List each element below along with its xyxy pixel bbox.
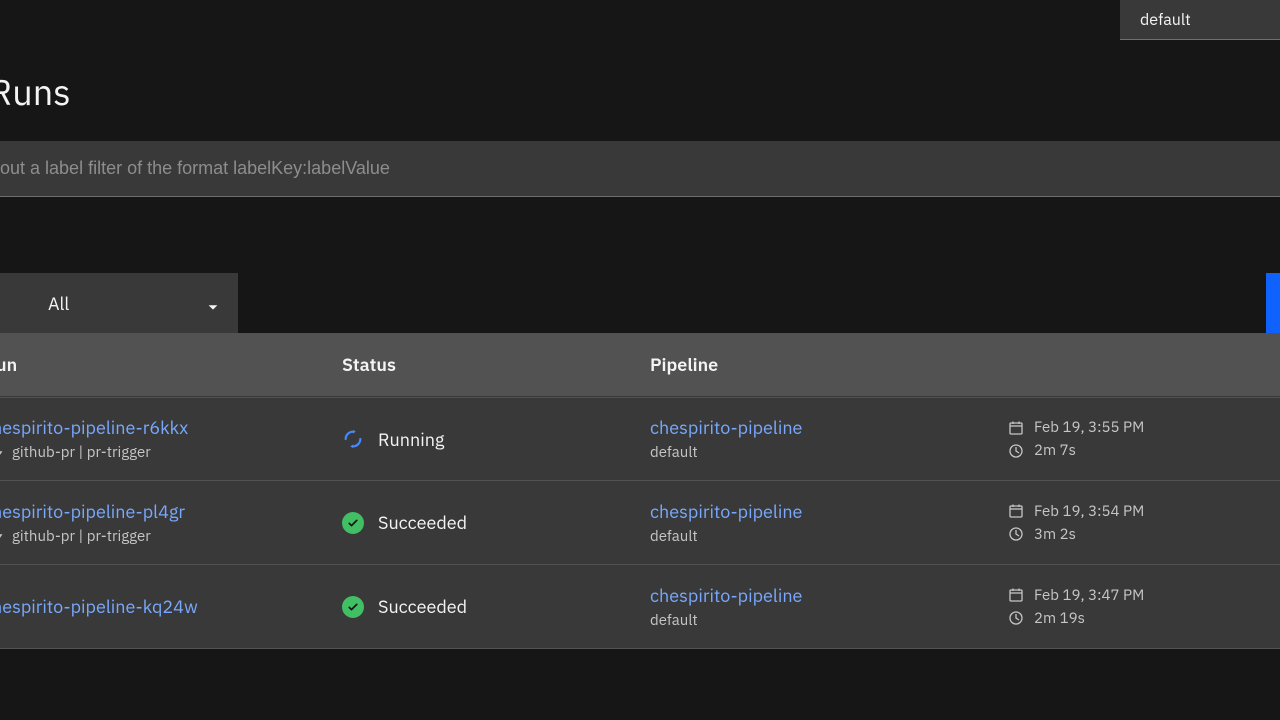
clock-icon xyxy=(1008,610,1024,626)
status-label: Succeeded xyxy=(378,595,467,618)
pipeline-link[interactable]: chespirito-pipeline xyxy=(650,584,1008,607)
label-filter-bar xyxy=(0,141,1280,197)
pipeline-link[interactable]: chespirito-pipeline xyxy=(650,416,1008,439)
time-cell: Feb 19, 3:54 PM 3m 2s xyxy=(1008,502,1280,544)
status-label: Succeeded xyxy=(378,511,467,534)
pipeline-cell: chespirito-pipeline default xyxy=(650,416,1008,462)
run-trigger: github-pr | pr-trigger xyxy=(0,527,342,546)
trigger-icon xyxy=(0,446,6,460)
primary-action-button-edge[interactable] xyxy=(1266,273,1280,333)
created-time: Feb 19, 3:54 PM xyxy=(1034,502,1144,521)
column-header-pipeline: Pipeline xyxy=(650,353,1008,376)
column-header-run: un xyxy=(0,353,342,376)
run-cell: hespirito-pipeline-kq24w xyxy=(0,595,342,618)
duration: 3m 2s xyxy=(1034,525,1076,544)
toolbar-spacer xyxy=(238,273,1266,333)
calendar-icon xyxy=(1008,587,1024,603)
pipelinerun-link[interactable]: hespirito-pipeline-r6kkx xyxy=(0,416,342,439)
running-icon xyxy=(342,428,364,450)
label-filter-input[interactable] xyxy=(0,141,1220,196)
status-label: Running xyxy=(378,428,444,451)
trigger-icon xyxy=(0,529,6,543)
pipeline-link[interactable]: chespirito-pipeline xyxy=(650,500,1008,523)
status-cell: Succeeded xyxy=(342,595,650,618)
status-cell: Succeeded xyxy=(342,511,650,534)
table-row: hespirito-pipeline-pl4gr github-pr | pr-… xyxy=(0,481,1280,565)
clock-icon xyxy=(1008,443,1024,459)
run-trigger: github-pr | pr-trigger xyxy=(0,443,342,462)
succeeded-icon xyxy=(342,596,364,618)
namespace-label: default xyxy=(1140,10,1191,30)
duration: 2m 7s xyxy=(1034,441,1076,460)
pipeline-namespace: default xyxy=(650,443,1008,462)
column-header-status: Status xyxy=(342,353,650,376)
run-cell: hespirito-pipeline-pl4gr github-pr | pr-… xyxy=(0,500,342,546)
run-cell: hespirito-pipeline-r6kkx github-pr | pr-… xyxy=(0,416,342,462)
top-bar: default xyxy=(0,0,1280,40)
time-cell: Feb 19, 3:55 PM 2m 7s xyxy=(1008,418,1280,460)
table-row: hespirito-pipeline-kq24w Succeeded chesp… xyxy=(0,565,1280,649)
calendar-icon xyxy=(1008,420,1024,436)
run-trigger-text: github-pr | pr-trigger xyxy=(12,527,151,546)
succeeded-icon xyxy=(342,512,364,534)
created-time: Feb 19, 3:55 PM xyxy=(1034,418,1144,437)
table-header: un Status Pipeline xyxy=(0,333,1280,397)
pipeline-namespace: default xyxy=(650,611,1008,630)
status-filter-value: All xyxy=(48,292,69,315)
time-cell: Feb 19, 3:47 PM 2m 19s xyxy=(1008,586,1280,628)
pipeline-cell: chespirito-pipeline default xyxy=(650,584,1008,630)
pipeline-cell: chespirito-pipeline default xyxy=(650,500,1008,546)
duration: 2m 19s xyxy=(1034,609,1085,628)
run-trigger-text: github-pr | pr-trigger xyxy=(12,443,151,462)
namespace-selector[interactable]: default xyxy=(1120,0,1280,40)
calendar-icon xyxy=(1008,503,1024,519)
pipeline-namespace: default xyxy=(650,527,1008,546)
pipelinerun-link[interactable]: hespirito-pipeline-pl4gr xyxy=(0,500,342,523)
spacer xyxy=(0,197,1280,273)
table-body: hespirito-pipeline-r6kkx github-pr | pr-… xyxy=(0,397,1280,649)
pipelinerun-link[interactable]: hespirito-pipeline-kq24w xyxy=(0,595,342,618)
status-filter-dropdown[interactable]: All xyxy=(0,273,238,333)
table-row: hespirito-pipeline-r6kkx github-pr | pr-… xyxy=(0,397,1280,481)
table-toolbar: All xyxy=(0,273,1280,333)
created-time: Feb 19, 3:47 PM xyxy=(1034,586,1144,605)
page-title: ineRuns xyxy=(0,40,1280,141)
clock-icon xyxy=(1008,526,1024,542)
chevron-down-icon xyxy=(206,296,220,310)
status-cell: Running xyxy=(342,428,650,451)
